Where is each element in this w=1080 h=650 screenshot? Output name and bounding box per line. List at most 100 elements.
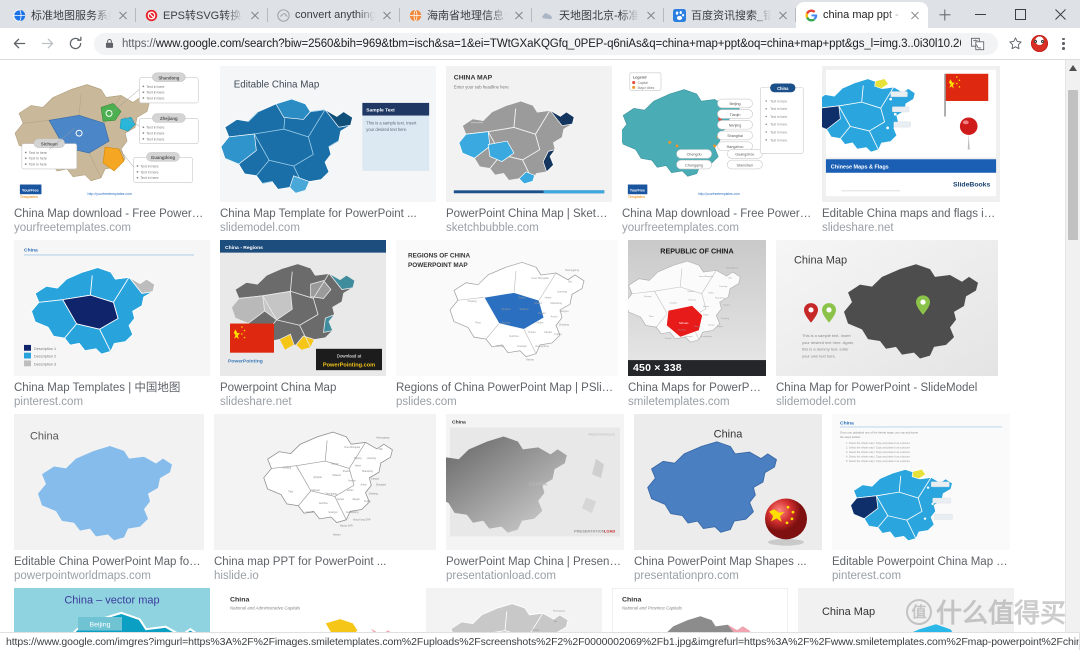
- result-thumbnail[interactable]: China: [634, 414, 822, 550]
- image-result-card[interactable]: Editable China Map Sample Text This is a…: [220, 66, 436, 236]
- result-title[interactable]: Editable China PowerPoint Map for ...: [14, 555, 204, 569]
- result-thumbnail[interactable]: Shandong Text in here Text in here Text in …: [14, 66, 210, 202]
- image-result-card[interactable]: China - Regions PowerPointing Download a…: [220, 240, 386, 410]
- result-source[interactable]: yourfreetemplates.com: [14, 221, 210, 236]
- result-title[interactable]: China PowerPoint Map Shapes ...: [634, 555, 822, 569]
- result-thumbnail[interactable]: China - Regions PowerPointing Download a…: [220, 240, 386, 376]
- result-title[interactable]: China Map download - Free PowerPoint ...: [14, 207, 210, 221]
- tab-3[interactable]: 海南省地理信息公共: [400, 2, 532, 28]
- svg-text:Guangzhou: Guangzhou: [735, 153, 754, 157]
- result-source[interactable]: slideshare.net: [822, 221, 1000, 236]
- close-icon[interactable]: [248, 8, 262, 22]
- result-source[interactable]: pinterest.com: [14, 395, 210, 410]
- new-tab-button[interactable]: [932, 2, 958, 28]
- image-result-card[interactable]: REPUBLIC OF CHINA Sichuan Xinjiang Tibet Q…: [628, 240, 766, 410]
- page-scrollbar[interactable]: [1065, 60, 1080, 650]
- image-result-card[interactable]: China CHINA PRESENTATIONLOAD PRESENTATIO…: [446, 414, 624, 584]
- result-source[interactable]: slideshare.net: [220, 395, 386, 410]
- close-window-button[interactable]: [1040, 0, 1080, 28]
- close-icon[interactable]: [512, 8, 526, 22]
- profile-avatar[interactable]: [1028, 33, 1050, 55]
- scroll-up-arrow[interactable]: [1066, 60, 1080, 75]
- result-title[interactable]: China Map Template for PowerPoint ...: [220, 207, 436, 221]
- result-thumbnail[interactable]: China: [14, 414, 204, 550]
- result-thumbnail[interactable]: Xinjiang Tibet Qinghai Gansu Inner Mongolia H…: [214, 414, 436, 550]
- result-thumbnail[interactable]: REGIONS OF CHINA POWERPOINT MAP Xinjiang T…: [396, 240, 618, 376]
- image-result-card[interactable]: REGIONS OF CHINA POWERPOINT MAP Xinjiang T…: [396, 240, 618, 410]
- result-source[interactable]: presentationpro.com: [634, 569, 822, 584]
- result-thumbnail[interactable]: China CHINA PRESENTATIONLOAD PRESENTATIO…: [446, 414, 624, 550]
- svg-text:Jiangsu: Jiangsu: [723, 304, 731, 306]
- result-source[interactable]: pslides.com: [396, 395, 618, 410]
- scrollbar-thumb[interactable]: [1068, 90, 1078, 240]
- close-icon[interactable]: [776, 8, 790, 22]
- result-title[interactable]: PowerPoint Map China | PresentationLoad: [446, 555, 624, 569]
- result-source[interactable]: hislide.io: [214, 569, 436, 584]
- result-meta: China Map download - Free PowerPoint ...…: [14, 202, 210, 236]
- chrome-menu-button[interactable]: [1052, 33, 1074, 55]
- svg-text:Jiangxi: Jiangxi: [352, 498, 360, 501]
- result-source[interactable]: smiletemplates.com: [628, 395, 766, 410]
- result-source[interactable]: powerpointworldmaps.com: [14, 569, 204, 584]
- result-thumbnail[interactable]: China Map This is a sample text. Insert …: [776, 240, 998, 376]
- result-title[interactable]: China Map download - Free PowerPoint ...: [622, 207, 812, 221]
- image-result-card[interactable]: Shandong Text in here Text in here Text in …: [14, 66, 210, 236]
- result-source[interactable]: slidemodel.com: [220, 221, 436, 236]
- tab-2[interactable]: convert anything to: [268, 2, 400, 28]
- image-result-card[interactable]: China Once you uploaded one of the forma…: [832, 414, 1010, 584]
- result-thumbnail[interactable]: China Once you uploaded one of the forma…: [832, 414, 1010, 550]
- result-title[interactable]: China Map for PowerPoint - SlideModel: [776, 381, 998, 395]
- result-source[interactable]: presentationload.com: [446, 569, 624, 584]
- maximize-button[interactable]: [1000, 0, 1040, 28]
- result-title[interactable]: China Maps for PowerPoint - download at.…: [628, 381, 766, 395]
- result-source[interactable]: pinterest.com: [832, 569, 1010, 584]
- result-thumbnail[interactable]: Chinese Maps & Flags SlideBooks: [822, 66, 1000, 202]
- result-thumbnail[interactable]: REPUBLIC OF CHINA Sichuan Xinjiang Tibet Q…: [628, 240, 766, 376]
- tab-4[interactable]: 天地图北京-标准地图: [532, 2, 664, 28]
- result-thumbnail[interactable]: China Description 1 Description 2 Descript…: [14, 240, 210, 376]
- result-title[interactable]: Editable Powerpoint China Map Templates …: [832, 555, 1010, 569]
- image-result-card[interactable]: CHINA MAP Enter your sub headline here Po…: [446, 66, 612, 236]
- image-result-card[interactable]: China Editable China PowerPoint Map for …: [14, 414, 204, 584]
- close-icon[interactable]: [908, 8, 922, 22]
- result-title[interactable]: Editable China maps and flags in Powerp.…: [822, 207, 1000, 221]
- result-meta: China Map download - Free PowerPoint ...…: [622, 202, 812, 236]
- result-title[interactable]: Powerpoint China Map: [220, 381, 386, 395]
- svg-text:Tianjin: Tianjin: [730, 113, 741, 117]
- result-title[interactable]: PowerPoint China Map | SketchBubble: [446, 207, 612, 221]
- svg-text:Guizhou: Guizhou: [319, 502, 329, 505]
- result-source[interactable]: slidemodel.com: [776, 395, 998, 410]
- close-icon[interactable]: [644, 8, 658, 22]
- result-source[interactable]: yourfreetemplates.com: [622, 221, 812, 236]
- image-result-card[interactable]: Xinjiang Tibet Qinghai Gansu Inner Mongolia H…: [214, 414, 436, 584]
- image-result-card[interactable]: China Map This is a sample text. Insert …: [776, 240, 998, 410]
- forward-button[interactable]: [34, 31, 60, 57]
- result-thumbnail[interactable]: CHINA MAP Enter your sub headline here: [446, 66, 612, 202]
- translate-icon[interactable]: [967, 33, 989, 55]
- reload-button[interactable]: [62, 31, 88, 57]
- address-bar[interactable]: https://www.google.com/search?biw=2560&b…: [94, 32, 998, 55]
- svg-text:Xinjiang: Xinjiang: [467, 299, 477, 303]
- svg-text:Shanxi: Shanxi: [343, 470, 351, 473]
- back-button[interactable]: [6, 31, 32, 57]
- close-icon[interactable]: [116, 8, 130, 22]
- result-title[interactable]: China Map Templates | 中国地图: [14, 381, 210, 395]
- image-result-card[interactable]: Legend Capital Major cities Beijing Tianj…: [622, 66, 812, 236]
- tab-5[interactable]: 百度资讯搜索_错课地: [664, 2, 796, 28]
- svg-text:5. Select the whole map / C: 5. Select the whole map / Copy and paste…: [846, 459, 910, 463]
- minimize-button[interactable]: [960, 0, 1000, 28]
- tab-0[interactable]: 标准地图服务系统: [4, 2, 136, 28]
- image-result-card[interactable]: China China PowerPoint Map Shapes ... pre…: [634, 414, 822, 584]
- result-thumbnail[interactable]: Legend Capital Major cities Beijing Tianj…: [622, 66, 812, 202]
- image-result-card[interactable]: China Description 1 Description 2 Descript…: [14, 240, 210, 410]
- close-icon[interactable]: [380, 8, 394, 22]
- result-thumbnail[interactable]: Editable China Map Sample Text This is a…: [220, 66, 436, 202]
- bookmark-star-icon[interactable]: [1004, 33, 1026, 55]
- image-result-card[interactable]: Chinese Maps & Flags SlideBooks Editable…: [822, 66, 1000, 236]
- result-title[interactable]: Regions of China PowerPoint Map | PSlide…: [396, 381, 618, 395]
- result-title[interactable]: China map PPT for PowerPoint ...: [214, 555, 436, 569]
- svg-text:Shenzhen: Shenzhen: [736, 163, 753, 167]
- tab-1[interactable]: EPS转SVG转换器。在: [136, 2, 268, 28]
- tab-6-active[interactable]: china map ppt - Go: [796, 2, 928, 28]
- result-source[interactable]: sketchbubble.com: [446, 221, 612, 236]
